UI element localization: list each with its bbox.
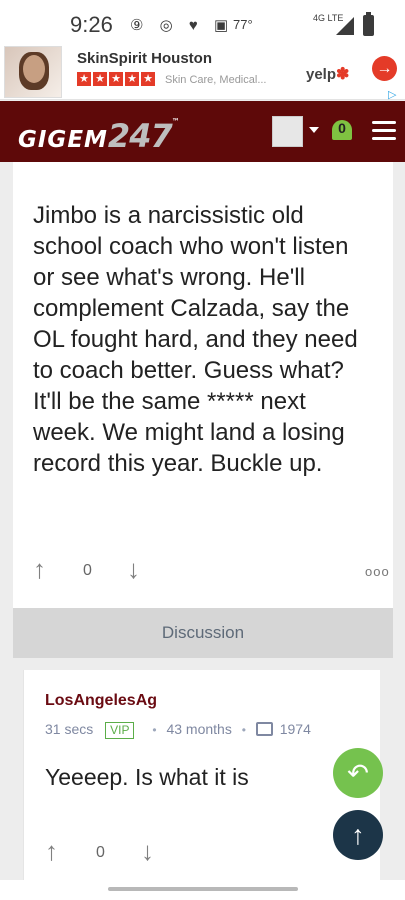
more-options-icon[interactable]: ooo [365,564,390,579]
advertisement-banner[interactable]: SkinSpirit Houston ★ ★ ★ ★ ★ Skin Care, … [0,44,405,101]
star-icon: ★ [77,72,91,86]
member-tenure: 43 months [166,721,232,737]
yelp-logo: yelp✽ [306,66,350,83]
upvote-arrow-icon[interactable]: ↑ [33,556,46,582]
comment-meta: 31 secs VIP • 43 months • 1974 [45,720,311,739]
ad-rating: ★ ★ ★ ★ ★ [77,72,155,86]
arrow-up-icon[interactable]: ↑ [333,810,383,860]
separator-dot: • [241,723,246,737]
battery-icon [363,12,374,36]
comment-card: LosAngelesAg 31 secs VIP • 43 months • 1… [23,670,380,880]
post-card: Jimbo is a narcissistic old school coach… [13,162,393,608]
star-icon: ★ [141,72,155,86]
separator-dot: • [152,723,157,737]
comment-time: 31 secs [45,721,94,737]
downvote-arrow-icon[interactable]: ↓ [141,838,154,864]
vip-badge: VIP [105,722,135,739]
status-temperature: 77° [233,17,253,32]
downvote-arrow-icon[interactable]: ↓ [127,556,140,582]
notification-count: 0 [338,120,346,136]
post-vote-row: ↑ 0 ↓ ooo [33,556,389,584]
discussion-header: Discussion [13,608,393,658]
status-bar: 9:26 ⑨ ◎ ♥ ▣ 77° 4G LTE [0,0,405,44]
ad-arrow-button[interactable]: → [372,56,397,81]
user-avatar[interactable] [272,116,303,147]
ad-business-name: SkinSpirit Houston [77,50,212,67]
notification-icons: ⑨ ◎ ♥ ▣ [130,17,235,34]
comment-vote-row: ↑ 0 ↓ [45,838,365,866]
status-time: 9:26 [70,12,113,37]
star-icon: ★ [93,72,107,86]
gigem247-logo[interactable]: GIGEM247™ [18,117,181,155]
system-navigation-bar [0,880,405,900]
ad-description: Skin Care, Medical... [165,74,267,86]
hamburger-menu-icon[interactable] [372,121,396,141]
posts-icon [255,722,273,736]
upvote-arrow-icon[interactable]: ↑ [45,838,58,864]
post-header-clipped [32,155,152,165]
adchoices-icon[interactable]: ▷ [388,88,396,101]
post-count: 1974 [279,721,311,737]
star-icon: ★ [125,72,139,86]
star-icon: ★ [109,72,123,86]
comment-username[interactable]: LosAngelesAg [45,692,157,710]
signal-icon [336,17,354,35]
vote-count: 0 [83,562,92,579]
home-indicator[interactable] [108,887,298,891]
ad-image [4,46,62,98]
bell-icon[interactable]: 0 [328,116,356,146]
comment-body: Yeeeep. Is what it is [45,764,249,790]
reply-icon[interactable]: ↶ [333,748,383,798]
chevron-down-icon[interactable] [309,127,319,133]
post-body: Jimbo is a narcissistic old school coach… [33,202,358,477]
vote-count: 0 [96,844,105,861]
